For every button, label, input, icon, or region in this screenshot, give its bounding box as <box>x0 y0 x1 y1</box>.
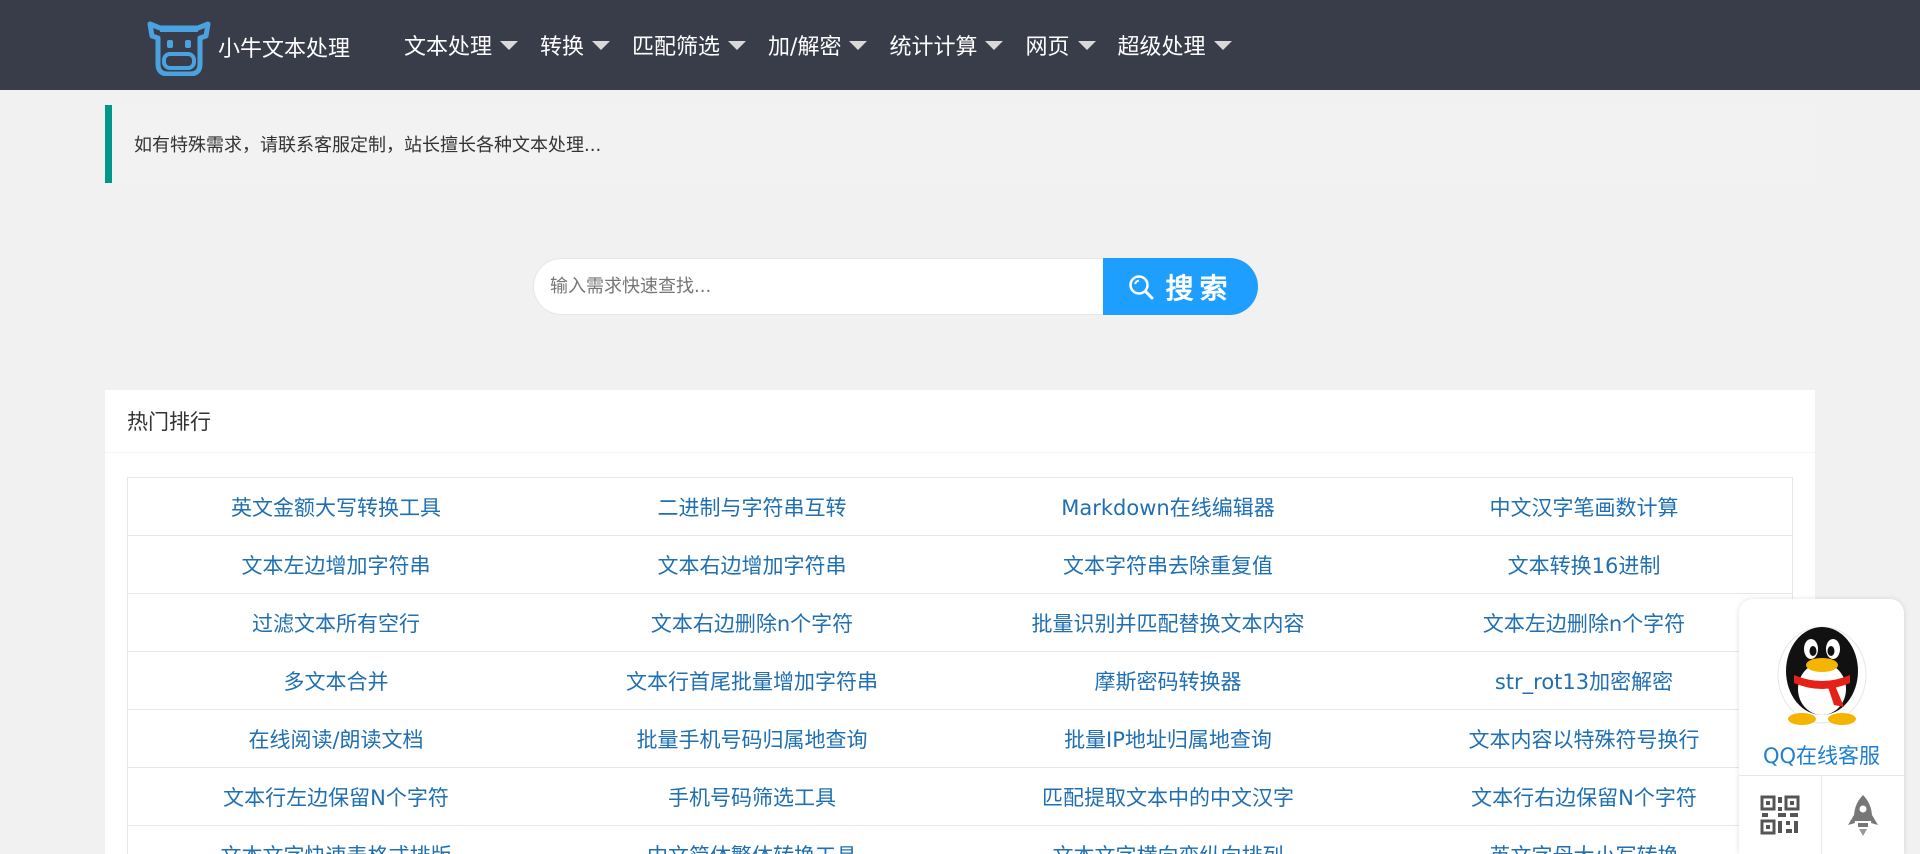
tool-link[interactable]: 批量手机号码归属地查询 <box>544 710 960 767</box>
back-to-top-button[interactable] <box>1821 776 1904 854</box>
tool-link[interactable]: 文本左边增加字符串 <box>128 536 544 593</box>
caret-down-icon <box>849 40 868 50</box>
nav-item-match-filter[interactable]: 匹配筛选 <box>632 29 747 61</box>
tool-link[interactable]: 过滤文本所有空行 <box>128 594 544 651</box>
caret-down-icon <box>728 40 747 50</box>
tool-link[interactable]: 文本右边删除n个字符 <box>544 594 960 651</box>
tool-link[interactable]: 文本行左边保留N个字符 <box>128 768 544 825</box>
rocket-icon <box>1848 795 1878 836</box>
tool-link[interactable]: 批量IP地址归属地查询 <box>960 710 1376 767</box>
table-row: 多文本合并 文本行首尾批量增加字符串 摩斯密码转换器 str_rot13加密解密 <box>128 652 1792 710</box>
card-title: 热门排行 <box>105 390 1815 453</box>
floating-service-widget: QQ在线客服 <box>1739 599 1904 854</box>
tool-link[interactable]: 多文本合并 <box>128 652 544 709</box>
table-row: 英文金额大写转换工具 二进制与字符串互转 Markdown在线编辑器 中文汉字笔… <box>128 478 1792 536</box>
table-row: 文本左边增加字符串 文本右边增加字符串 文本字符串去除重复值 文本转换16进制 <box>128 536 1792 594</box>
tool-link[interactable]: 手机号码筛选工具 <box>544 768 960 825</box>
tool-link[interactable]: 中文汉字笔画数计算 <box>1376 478 1792 535</box>
table-row: 文本文字快速表格式排版 中文简体繁体转换工具 文本文字横向变纵向排列 英文字母大… <box>128 826 1792 854</box>
cow-logo-icon <box>147 21 211 76</box>
tool-link[interactable]: 文本内容以特殊符号换行 <box>1376 710 1792 767</box>
tool-link[interactable]: 中文简体繁体转换工具 <box>544 826 960 854</box>
nav-label: 超级处理 <box>1117 35 1206 60</box>
tool-link[interactable]: 批量识别并匹配替换文本内容 <box>960 594 1376 651</box>
search-button[interactable]: 搜索 <box>1103 258 1258 315</box>
nav-label: 转换 <box>540 35 585 60</box>
nav-item-encrypt-decrypt[interactable]: 加/解密 <box>768 29 868 61</box>
tool-link[interactable]: 文本左边删除n个字符 <box>1376 594 1792 651</box>
qq-penguin-icon <box>1777 626 1867 725</box>
tool-link[interactable]: 文本行首尾批量增加字符串 <box>544 652 960 709</box>
hot-ranking-card: 热门排行 英文金额大写转换工具 二进制与字符串互转 Markdown在线编辑器 … <box>105 390 1815 854</box>
qq-service-button[interactable]: QQ在线客服 <box>1739 599 1904 775</box>
nav-label: 匹配筛选 <box>632 35 721 60</box>
search-input[interactable] <box>533 258 1103 315</box>
qq-service-label: QQ在线客服 <box>1762 744 1881 768</box>
tool-link[interactable]: 英文字母大小写转换 <box>1376 826 1792 854</box>
qr-code-icon <box>1760 795 1800 835</box>
tool-link[interactable]: str_rot13加密解密 <box>1376 652 1792 709</box>
nav-item-convert[interactable]: 转换 <box>540 29 611 61</box>
nav-item-web[interactable]: 网页 <box>1025 29 1096 61</box>
top-navbar: 小牛文本处理 文本处理 转换 匹配筛选 加/解密 统计计算 网页 超级处理 <box>0 0 1920 90</box>
caret-down-icon <box>500 40 519 50</box>
caret-down-icon <box>985 40 1004 50</box>
tool-link[interactable]: 文本文字快速表格式排版 <box>128 826 544 854</box>
tool-link[interactable]: 二进制与字符串互转 <box>544 478 960 535</box>
float-toolbar <box>1739 775 1904 854</box>
logo-text: 小牛文本处理 <box>218 37 351 62</box>
tool-link[interactable]: 匹配提取文本中的中文汉字 <box>960 768 1376 825</box>
nav-item-text-processing[interactable]: 文本处理 <box>404 29 519 61</box>
nav-label: 网页 <box>1025 35 1070 60</box>
tool-link[interactable]: 摩斯密码转换器 <box>960 652 1376 709</box>
table-row: 在线阅读/朗读文档 批量手机号码归属地查询 批量IP地址归属地查询 文本内容以特… <box>128 710 1792 768</box>
nav-item-super-processing[interactable]: 超级处理 <box>1118 29 1232 61</box>
tool-link[interactable]: 文本转换16进制 <box>1376 536 1792 593</box>
tool-link[interactable]: 文本文字横向变纵向排列 <box>960 826 1376 854</box>
notice-banner: 如有特殊需求，请联系客服定制，站长擅长各种文本处理... <box>105 105 1815 183</box>
caret-down-icon <box>1213 40 1232 50</box>
search-icon <box>1129 274 1154 299</box>
tool-link[interactable]: 在线阅读/朗读文档 <box>128 710 544 767</box>
search-bar: 搜索 <box>533 258 1258 315</box>
tool-link[interactable]: 文本右边增加字符串 <box>544 536 960 593</box>
hot-tools-grid: 英文金额大写转换工具 二进制与字符串互转 Markdown在线编辑器 中文汉字笔… <box>127 477 1793 854</box>
nav-label: 统计计算 <box>889 35 978 60</box>
nav-item-statistics[interactable]: 统计计算 <box>889 29 1004 61</box>
site-logo[interactable]: 小牛文本处理 <box>144 18 350 76</box>
tool-link[interactable]: 英文金额大写转换工具 <box>128 478 544 535</box>
qr-code-button[interactable] <box>1739 776 1821 854</box>
notice-text: 如有特殊需求，请联系客服定制，站长擅长各种文本处理... <box>134 135 602 156</box>
nav-label: 文本处理 <box>404 35 493 60</box>
table-row: 文本行左边保留N个字符 手机号码筛选工具 匹配提取文本中的中文汉字 文本行右边保… <box>128 768 1792 826</box>
search-button-label: 搜索 <box>1165 271 1234 305</box>
main-nav: 文本处理 转换 匹配筛选 加/解密 统计计算 网页 超级处理 <box>404 0 1254 90</box>
tool-link[interactable]: Markdown在线编辑器 <box>960 478 1376 535</box>
tool-link[interactable]: 文本字符串去除重复值 <box>960 536 1376 593</box>
caret-down-icon <box>592 40 611 50</box>
tool-link[interactable]: 文本行右边保留N个字符 <box>1376 768 1792 825</box>
table-row: 过滤文本所有空行 文本右边删除n个字符 批量识别并匹配替换文本内容 文本左边删除… <box>128 594 1792 652</box>
nav-label: 加/解密 <box>768 35 842 60</box>
caret-down-icon <box>1077 40 1096 50</box>
